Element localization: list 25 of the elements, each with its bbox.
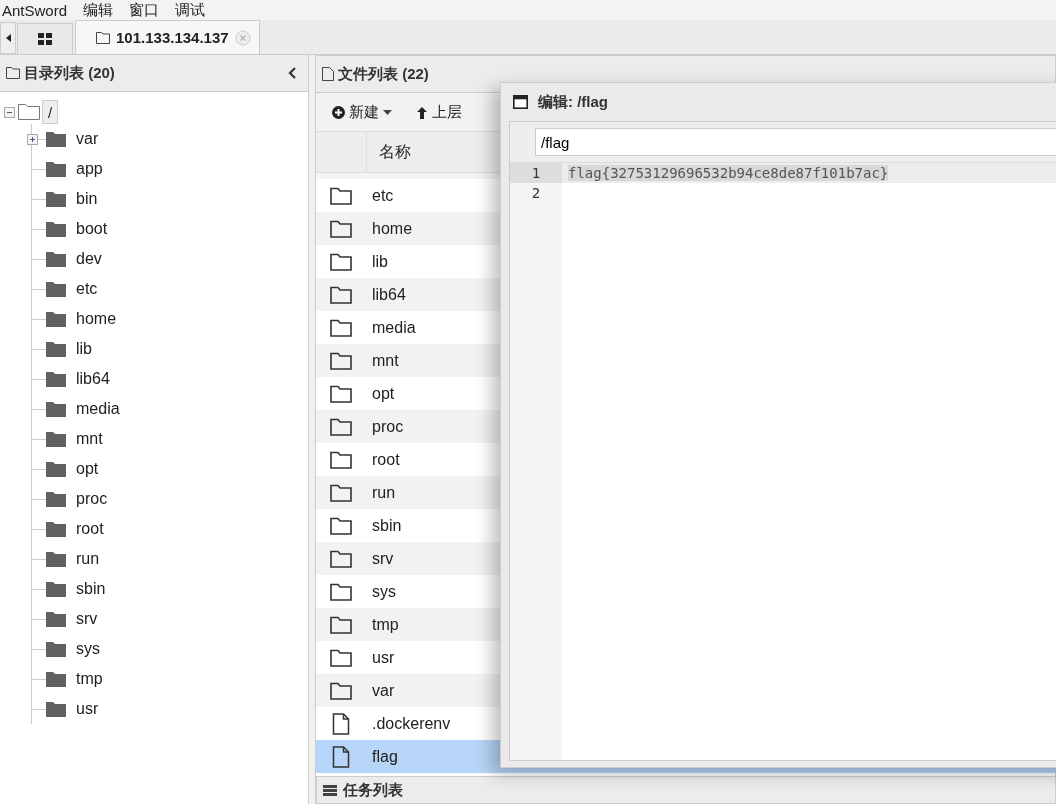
file-name: run bbox=[371, 483, 396, 502]
file-name: usr bbox=[371, 648, 395, 667]
tab-label: 101.133.134.137 bbox=[116, 29, 229, 46]
file-name: lib64 bbox=[371, 285, 406, 304]
panel-title: 任务列表 bbox=[343, 780, 403, 800]
file-name: opt bbox=[371, 384, 395, 403]
file-name: srv bbox=[371, 549, 394, 568]
line-number: 1 bbox=[510, 163, 562, 183]
file-name: tmp bbox=[371, 615, 399, 634]
panel-title: 目录列表 (20) bbox=[24, 63, 115, 83]
file-name: sbin bbox=[371, 516, 402, 535]
panel-title: 文件列表 (22) bbox=[338, 64, 429, 84]
file-name: home bbox=[371, 219, 413, 238]
file-name: var bbox=[371, 681, 395, 700]
file-name: mnt bbox=[371, 351, 399, 370]
line-number: 2 bbox=[530, 184, 542, 203]
file-name: sys bbox=[371, 582, 396, 601]
file-name: lib bbox=[371, 252, 388, 271]
window-title: 编辑: /flag bbox=[538, 92, 608, 112]
file-name: proc bbox=[371, 417, 404, 436]
file-name: flag bbox=[371, 747, 398, 766]
file-name: root bbox=[371, 450, 400, 469]
file-name: etc bbox=[371, 186, 394, 205]
file-name: media bbox=[371, 318, 416, 337]
file-name: .dockerenv bbox=[371, 714, 451, 733]
